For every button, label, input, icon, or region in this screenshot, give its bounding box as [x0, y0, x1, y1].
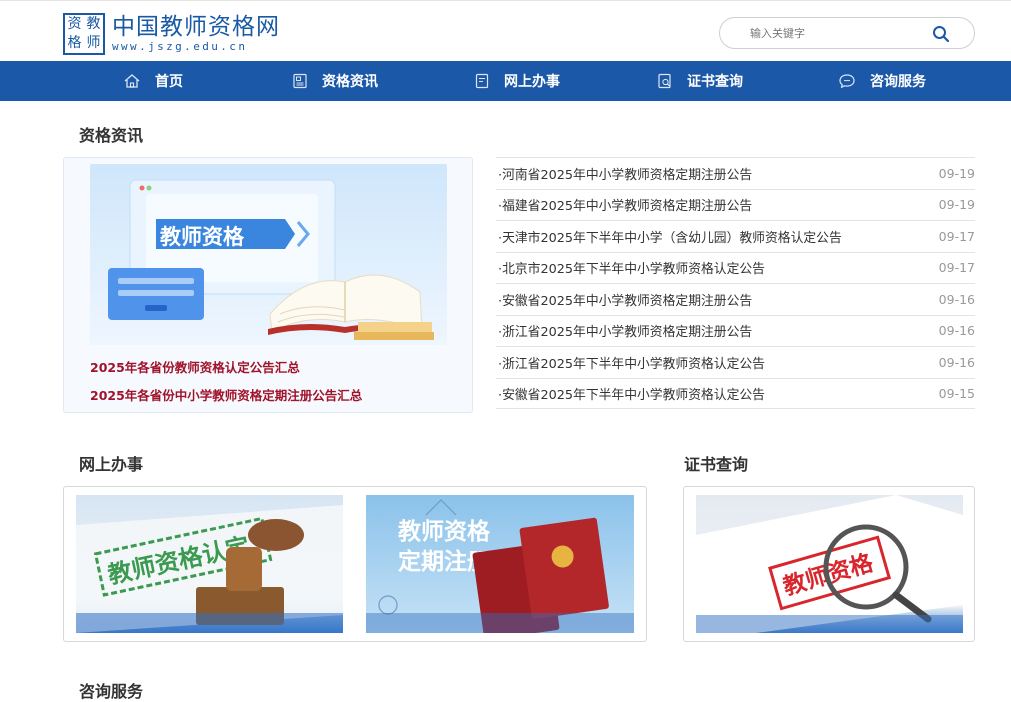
main-nav: 首页 资格资讯 网上办事 证书查询 咨询服务: [0, 61, 1011, 101]
news-title: ·北京市2025年下半年中小学教师资格认定公告: [498, 262, 765, 278]
nav-consult[interactable]: 咨询服务: [838, 61, 926, 101]
news-title: ·河南省2025年中小学教师资格定期注册公告: [498, 167, 753, 183]
news-title: ·安徽省2025年下半年中小学教师资格认定公告: [498, 387, 765, 403]
form-icon: [475, 73, 489, 89]
nav-certificate[interactable]: 证书查询: [657, 61, 743, 101]
logo-seal: 资 教 格 师: [63, 13, 105, 55]
news-item[interactable]: ·北京市2025年下半年中小学教师资格认定公告 09-17: [496, 251, 975, 284]
news-item[interactable]: ·天津市2025年下半年中小学（含幼儿园）教师资格认定公告 09-17: [496, 220, 975, 252]
card-certificate-query[interactable]: 教师资格: [696, 495, 963, 633]
seal-char: 教: [86, 16, 101, 32]
banner-text: 教师资格: [160, 225, 245, 249]
news-date: 09-19: [938, 165, 975, 181]
news-title: ·天津市2025年下半年中小学（含幼儿园）教师资格认定公告: [498, 230, 842, 246]
news-title: ·浙江省2025年中小学教师资格定期注册公告: [498, 325, 753, 341]
recognition-stamp-image: 教师资格认定: [76, 495, 343, 633]
card-qualification-recognition[interactable]: 教师资格认定: [76, 495, 343, 633]
news-date: 09-16: [938, 323, 975, 339]
seal-char: 格: [67, 35, 82, 51]
news-title: ·浙江省2025年下半年中小学教师资格认定公告: [498, 356, 765, 372]
news-icon: [293, 73, 307, 89]
news-date: 09-17: [938, 260, 975, 276]
header: 资 教 格 师 中国教师资格网 www.jszg.edu.cn: [0, 4, 1011, 61]
section-title-certificate: 证书查询: [684, 455, 749, 474]
registration-text-line1: 教师资格: [398, 518, 491, 545]
section-title-consult: 咨询服务: [79, 682, 144, 701]
certificate-magnifier-image: 教师资格: [696, 495, 963, 633]
home-icon: [124, 74, 140, 88]
registration-certificate-image: 教师资格 定期注册: [366, 495, 634, 633]
news-item[interactable]: ·安徽省2025年下半年中小学教师资格认定公告 09-15: [496, 377, 975, 409]
nav-online-label: 网上办事: [504, 74, 560, 90]
feature-link-recognition-summary[interactable]: 2025年各省份教师资格认定公告汇总: [90, 357, 300, 376]
news-date: 09-19: [938, 197, 975, 213]
feature-image[interactable]: 教师资格: [90, 164, 447, 345]
nav-news-label: 资格资讯: [322, 74, 378, 90]
nav-home-label: 首页: [155, 74, 183, 90]
nav-news[interactable]: 资格资讯: [292, 61, 378, 101]
news-title: ·福建省2025年中小学教师资格定期注册公告: [498, 199, 753, 215]
logo-url: www.jszg.edu.cn: [112, 40, 248, 53]
card-periodic-registration[interactable]: 教师资格 定期注册: [366, 495, 634, 633]
seal-char: 资: [67, 16, 82, 32]
nav-consult-label: 咨询服务: [870, 74, 926, 90]
news-date: 09-16: [938, 354, 975, 370]
nav-certificate-label: 证书查询: [687, 74, 743, 90]
chat-icon: [839, 74, 855, 89]
certificate-query-panel: 教师资格: [683, 486, 975, 642]
news-item[interactable]: ·浙江省2025年下半年中小学教师资格认定公告 09-16: [496, 346, 975, 378]
feature-link-registration-summary[interactable]: 2025年各省份中小学教师资格定期注册公告汇总: [90, 385, 362, 404]
search-input[interactable]: [750, 24, 930, 44]
teacher-qualification-illustration: 教师资格: [90, 164, 447, 345]
logo-name: 中国教师资格网: [112, 14, 280, 40]
news-date: 09-16: [938, 291, 975, 307]
news-date: 09-17: [938, 228, 975, 244]
section-title-online: 网上办事: [79, 455, 144, 474]
seal-char: 师: [86, 35, 101, 51]
section-title-news: 资格资讯: [79, 126, 144, 145]
news-item[interactable]: ·河南省2025年中小学教师资格定期注册公告 09-19: [496, 157, 975, 189]
news-item[interactable]: ·安徽省2025年中小学教师资格定期注册公告 09-16: [496, 283, 975, 315]
site-logo[interactable]: 资 教 格 师 中国教师资格网 www.jszg.edu.cn: [63, 13, 280, 55]
news-item[interactable]: ·福建省2025年中小学教师资格定期注册公告 09-19: [496, 188, 975, 221]
nav-online[interactable]: 网上办事: [474, 61, 560, 101]
search-icon[interactable]: [932, 25, 950, 43]
certificate-search-icon: [658, 73, 671, 89]
nav-home[interactable]: 首页: [123, 61, 183, 101]
search-box: [719, 17, 975, 49]
news-list: ·河南省2025年中小学教师资格定期注册公告 09-19 ·福建省2025年中小…: [496, 157, 975, 409]
news-title: ·安徽省2025年中小学教师资格定期注册公告: [498, 293, 753, 309]
feature-panel: 教师资格 2025年各省份教师资格认定公告汇总 2025年各省份中小学教师资格定…: [63, 157, 473, 413]
logo-text: 中国教师资格网 www.jszg.edu.cn: [112, 14, 280, 54]
news-item[interactable]: ·浙江省2025年中小学教师资格定期注册公告 09-16: [496, 314, 975, 347]
online-services-panel: 教师资格认定 教师资格 定期注册: [63, 486, 647, 642]
news-date: 09-15: [938, 385, 975, 401]
